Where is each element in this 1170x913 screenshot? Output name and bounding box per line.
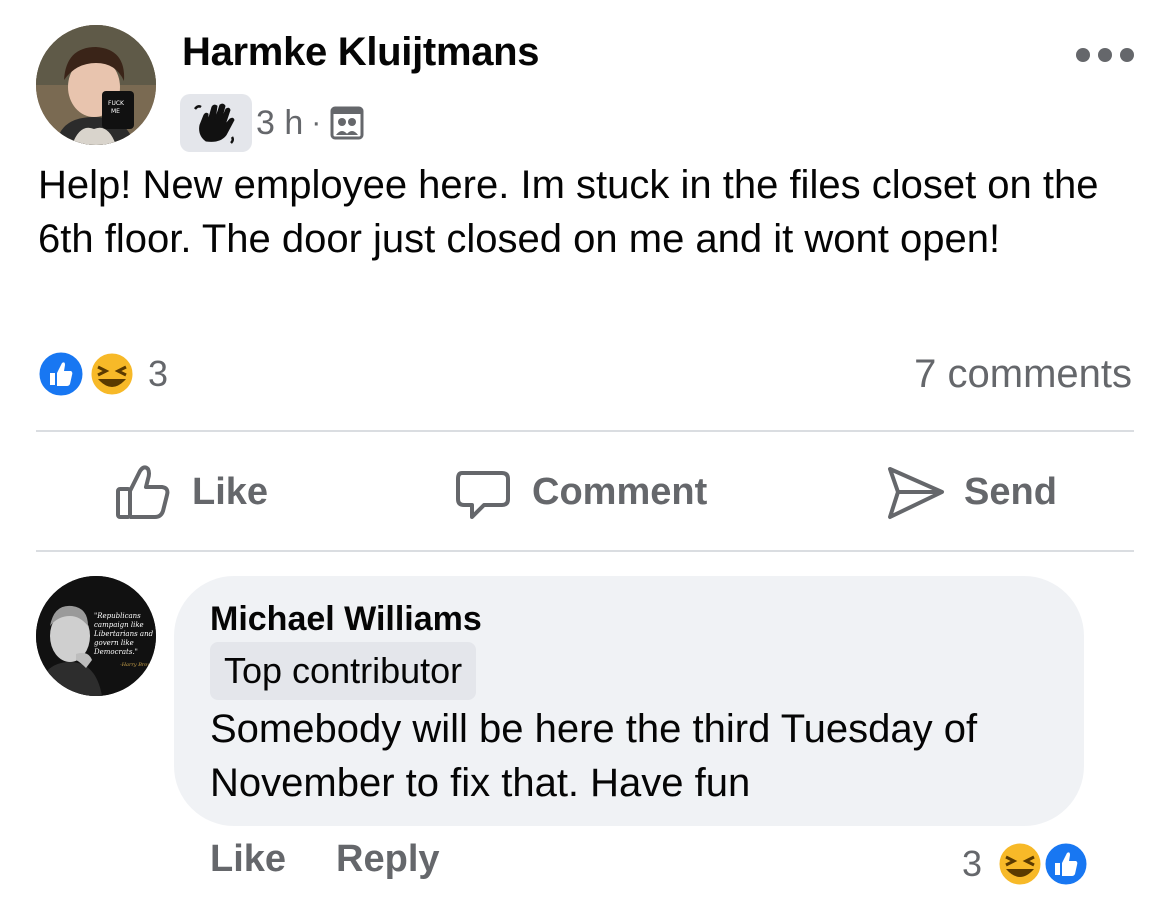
post-timestamp[interactable]: 3 h [256, 104, 303, 143]
post-reaction-summary[interactable]: 3 [36, 346, 168, 402]
meta-separator: · [311, 106, 322, 139]
comment-reaction-count: 3 [962, 843, 983, 884]
more-options-button[interactable] [1076, 38, 1134, 72]
svg-text:FUCK: FUCK [108, 100, 125, 107]
comment-like-button[interactable]: Like [210, 838, 286, 881]
send-label: Send [964, 470, 1057, 513]
post-author-avatar[interactable]: FUCK ME [36, 25, 156, 145]
send-icon [888, 467, 944, 519]
haha-reaction-icon [996, 840, 1090, 888]
like-reaction-icon [36, 349, 136, 399]
svg-text:-Harry Browne: -Harry Browne [120, 662, 156, 668]
reaction-count: 3 [148, 353, 169, 394]
waving-hand-icon[interactable] [180, 94, 252, 152]
svg-text:ME: ME [111, 108, 120, 115]
commenter-avatar[interactable]: "Republicans campaign like Libertarians … [36, 576, 156, 696]
dot-icon [1120, 48, 1134, 62]
top-contributor-badge[interactable]: Top contributor [210, 642, 477, 700]
group-members-icon [330, 106, 364, 140]
comment-label: Comment [532, 470, 708, 513]
send-button[interactable]: Send [884, 458, 1057, 526]
svg-text:Democrats.": Democrats." [93, 648, 138, 656]
comment-text: Somebody will be here the third Tuesday … [210, 707, 978, 805]
svg-text:campaign like: campaign like [94, 621, 144, 629]
svg-text:govern like: govern like [94, 639, 134, 647]
divider [36, 430, 1134, 432]
comments-count-link[interactable]: 7 comments [914, 352, 1132, 397]
svg-text:"Republicans: "Republicans [94, 612, 141, 620]
post-body-text: Help! New employee here. Im stuck in the… [38, 163, 1099, 261]
comment-reply-button[interactable]: Reply [336, 838, 439, 881]
post-author-name[interactable]: Harmke Kluijtmans [182, 30, 540, 75]
divider [36, 550, 1134, 552]
commenter-name[interactable]: Michael Williams [210, 600, 482, 639]
dot-icon [1098, 48, 1112, 62]
comment-reaction-summary[interactable]: 3 [962, 836, 1090, 892]
comment-actions: Like Reply [210, 838, 440, 881]
comment-button[interactable]: Comment [452, 458, 707, 526]
like-button[interactable]: Like [112, 458, 268, 526]
like-label: Like [192, 470, 269, 513]
svg-text:Libertarians and: Libertarians and [93, 630, 154, 638]
comment-bubble-icon [456, 471, 510, 519]
dot-icon [1076, 48, 1090, 62]
thumbs-up-icon [116, 465, 170, 519]
post-meta: 3 h · [180, 94, 365, 152]
